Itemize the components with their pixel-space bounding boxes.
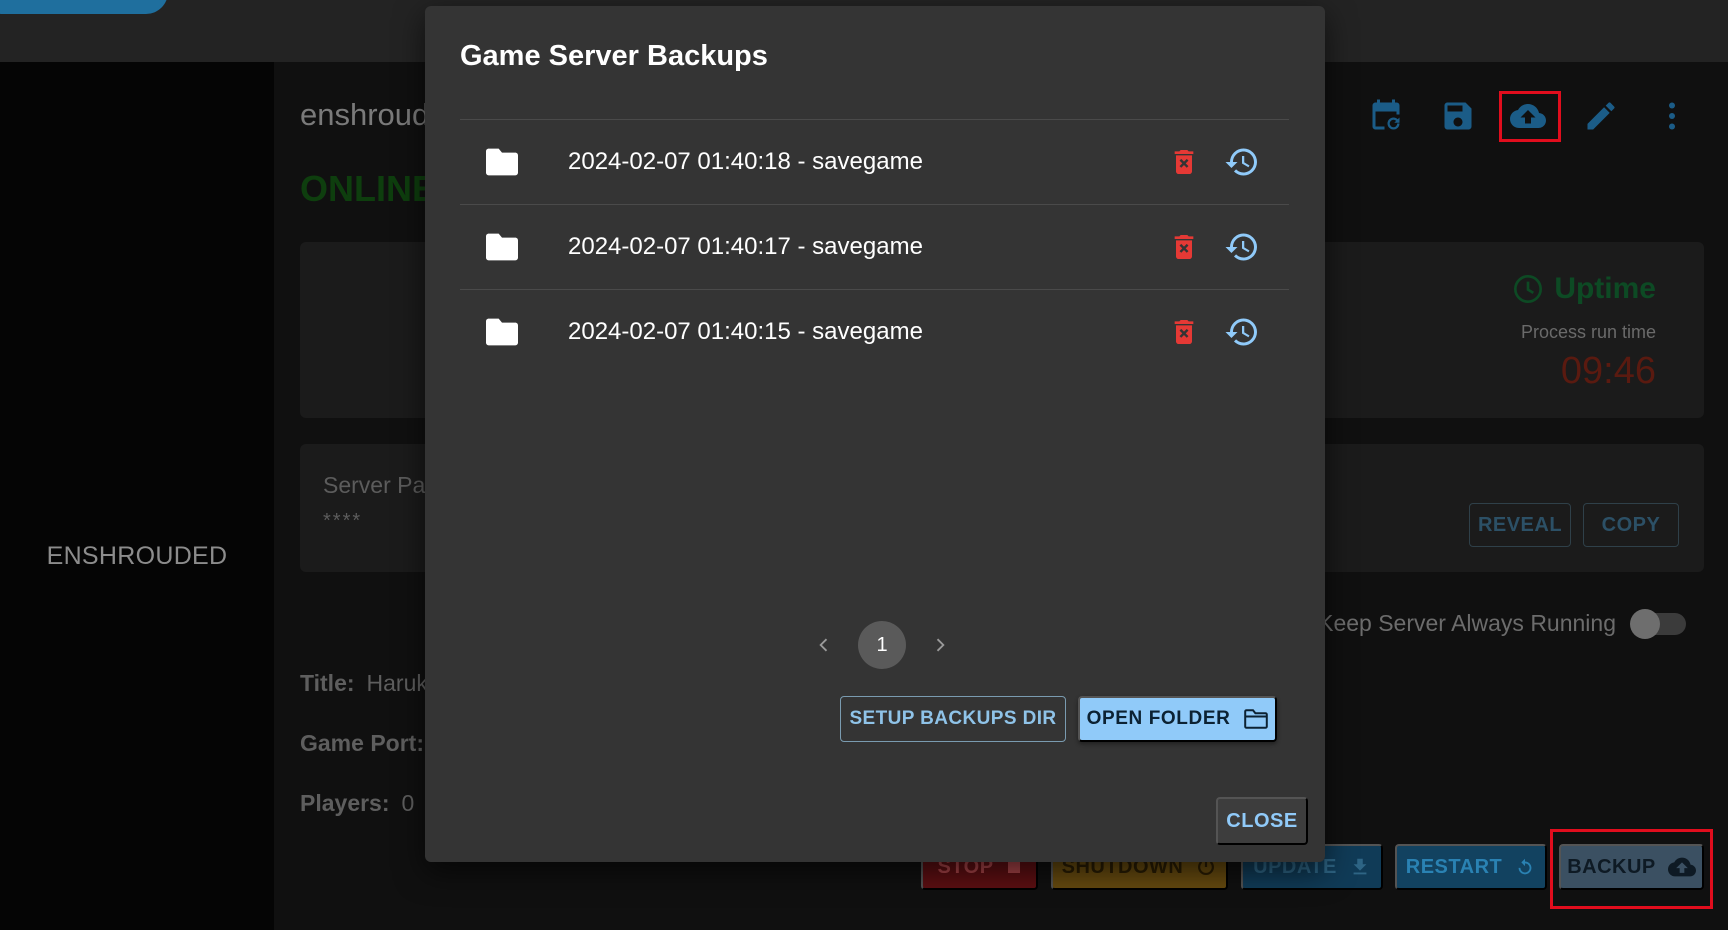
- setup-backups-dir-button[interactable]: SETUP BACKUPS DIR: [840, 696, 1066, 742]
- backup-name: 2024-02-07 01:40:15 - savegame: [568, 318, 923, 345]
- restore-history-icon[interactable]: [1224, 144, 1260, 180]
- delete-icon[interactable]: [1168, 231, 1200, 263]
- backup-name: 2024-02-07 01:40:17 - savegame: [568, 233, 923, 260]
- open-folder-label: OPEN FOLDER: [1086, 708, 1231, 729]
- open-folder-button[interactable]: OPEN FOLDER: [1078, 696, 1277, 742]
- prev-page-chevron-icon[interactable]: [810, 631, 838, 659]
- next-page-chevron-icon[interactable]: [926, 631, 954, 659]
- delete-icon[interactable]: [1168, 146, 1200, 178]
- folder-outline-icon: [1244, 709, 1269, 729]
- delete-icon[interactable]: [1168, 316, 1200, 348]
- folder-icon: [486, 233, 518, 261]
- pagination: 1: [810, 621, 954, 669]
- page-button[interactable]: 1: [858, 621, 906, 669]
- close-button[interactable]: CLOSE: [1216, 797, 1308, 845]
- backup-row: 2024-02-07 01:40:18 - savegame: [460, 120, 1289, 205]
- dialog-title: Game Server Backups: [460, 40, 768, 72]
- backup-name: 2024-02-07 01:40:18 - savegame: [568, 148, 923, 175]
- backup-list: 2024-02-07 01:40:18 - savegame 2024-02-0…: [460, 119, 1289, 375]
- backup-row: 2024-02-07 01:40:15 - savegame: [460, 290, 1289, 375]
- folder-icon: [486, 318, 518, 346]
- backup-row: 2024-02-07 01:40:17 - savegame: [460, 205, 1289, 290]
- restore-history-icon[interactable]: [1224, 314, 1260, 350]
- restore-history-icon[interactable]: [1224, 229, 1260, 265]
- folder-icon: [486, 148, 518, 176]
- backups-dialog: Game Server Backups 2024-02-07 01:40:18 …: [425, 6, 1325, 862]
